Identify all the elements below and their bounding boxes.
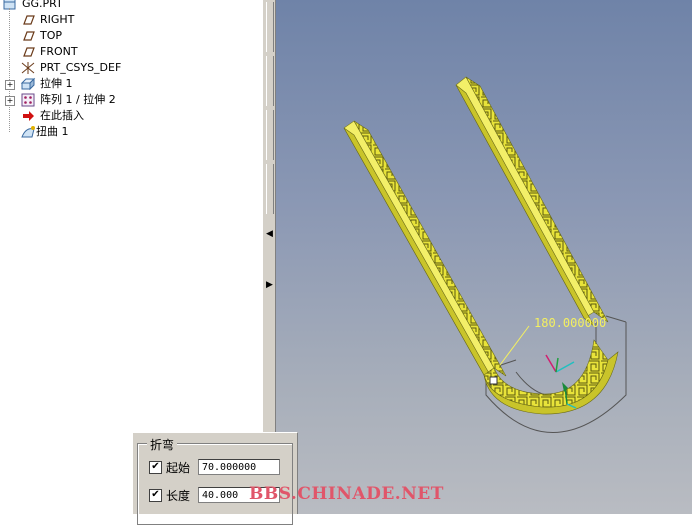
expand-toggle[interactable]: + bbox=[5, 80, 15, 90]
splitter-grip bbox=[266, 110, 274, 160]
axis-x-icon bbox=[545, 354, 557, 373]
length-checkbox[interactable]: ✔ bbox=[149, 488, 162, 502]
tree-item-label: TOP bbox=[40, 29, 63, 42]
warp-icon bbox=[20, 125, 36, 139]
right-arm-side bbox=[465, 76, 609, 323]
start-field[interactable]: 70.000000 bbox=[198, 459, 280, 475]
start-label: 起始 bbox=[166, 460, 191, 475]
tree-item-front[interactable]: FRONT bbox=[20, 44, 78, 60]
tree-item-extrude[interactable]: 拉伸 1 bbox=[20, 76, 73, 92]
bend-group-title: 折弯 bbox=[147, 436, 178, 453]
tree-item-label: 扭曲 1 bbox=[36, 125, 69, 138]
graphics-viewport[interactable]: 180.000000 bbox=[276, 0, 692, 514]
tree-item-label: RIGHT bbox=[40, 13, 75, 26]
extrude-icon bbox=[20, 77, 36, 91]
tree-item-label: FRONT bbox=[40, 45, 78, 58]
collapse-left-icon[interactable]: ◀ bbox=[266, 229, 273, 239]
splitter-grip bbox=[266, 164, 274, 214]
model-view bbox=[343, 76, 627, 433]
insert-here-arrow-icon bbox=[20, 109, 36, 123]
watermark-text: BBS.CHINADE.NET bbox=[249, 484, 444, 504]
tree-item-pattern[interactable]: 阵列 1 / 拉伸 2 bbox=[20, 92, 116, 108]
tree-item-warp[interactable]: 扭曲 1 bbox=[20, 124, 69, 140]
axis-z-icon bbox=[555, 357, 559, 373]
splitter-grip bbox=[266, 2, 274, 52]
datum-plane-icon bbox=[20, 45, 36, 59]
left-arm-side bbox=[353, 120, 507, 377]
tree-item-right[interactable]: RIGHT bbox=[20, 12, 74, 28]
dimension-label[interactable]: 180.000000 bbox=[534, 316, 606, 330]
tree-root-label: GG.PRT bbox=[22, 0, 63, 10]
length-label: 长度 bbox=[166, 488, 191, 503]
pattern-icon bbox=[20, 93, 36, 107]
part-icon bbox=[2, 0, 18, 11]
splitter-grip bbox=[266, 56, 274, 106]
start-row: ✔ 起始 70.000000 bbox=[149, 457, 280, 477]
csys-icon bbox=[20, 61, 36, 75]
expand-toggle[interactable]: + bbox=[5, 96, 15, 106]
tree-item-insert-here[interactable]: 在此插入 bbox=[20, 108, 84, 124]
expand-right-icon[interactable]: ▶ bbox=[266, 280, 273, 290]
datum-plane-icon bbox=[20, 13, 36, 27]
tree-guide-line bbox=[9, 8, 10, 132]
tree-item-label: 拉伸 1 bbox=[40, 77, 73, 90]
datum-plane-icon bbox=[20, 29, 36, 43]
axis-y-icon bbox=[555, 361, 575, 373]
start-checkbox[interactable]: ✔ bbox=[149, 460, 162, 474]
drag-handle[interactable] bbox=[489, 376, 498, 385]
tree-item-label: 在此插入 bbox=[40, 109, 84, 122]
tree-item-label: 阵列 1 / 拉伸 2 bbox=[40, 93, 116, 106]
tree-root[interactable]: GG.PRT bbox=[2, 0, 63, 12]
tree-item-top[interactable]: TOP bbox=[20, 28, 62, 44]
tree-item-label: PRT_CSYS_DEF bbox=[40, 61, 122, 74]
dimension-leader bbox=[499, 325, 530, 366]
tree-item-csys[interactable]: PRT_CSYS_DEF bbox=[20, 60, 121, 76]
